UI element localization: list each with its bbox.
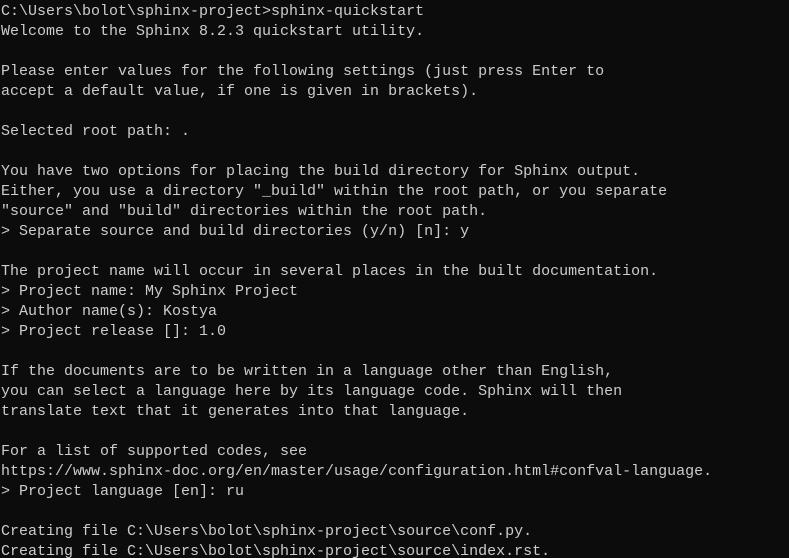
terminal-line: Welcome to the Sphinx 8.2.3 quickstart u… [1, 23, 425, 40]
terminal-line: > Project name: My Sphinx Project [1, 283, 299, 300]
terminal-line: Selected root path: . [1, 123, 191, 140]
terminal-line: The project name will occur in several p… [1, 263, 659, 280]
terminal-line: translate text that it generates into th… [1, 403, 470, 420]
terminal-line: Creating file C:\Users\bolot\sphinx-proj… [1, 543, 551, 558]
terminal-line: > Project release []: 1.0 [1, 323, 227, 340]
terminal-line: C:\Users\bolot\sphinx-project>sphinx-qui… [1, 3, 425, 20]
terminal-line: > Project language [en]: ru [1, 483, 245, 500]
terminal-line: For a list of supported codes, see [1, 443, 308, 460]
terminal-line: Please enter values for the following se… [1, 63, 605, 80]
terminal-window[interactable]: C:\Users\bolot\sphinx-project>sphinx-qui… [0, 0, 789, 558]
terminal-line: Either, you use a directory "_build" wit… [1, 183, 668, 200]
terminal-line: https://www.sphinx-doc.org/en/master/usa… [1, 463, 713, 480]
terminal-line: If the documents are to be written in a … [1, 363, 614, 380]
terminal-line: you can select a language here by its la… [1, 383, 623, 400]
terminal-line: > Author name(s): Kostya [1, 303, 218, 320]
terminal-line: "source" and "build" directories within … [1, 203, 488, 220]
terminal-line: Creating file C:\Users\bolot\sphinx-proj… [1, 523, 533, 540]
terminal-output: C:\Users\bolot\sphinx-project>sphinx-qui… [0, 0, 789, 558]
terminal-line: > Separate source and build directories … [1, 223, 470, 240]
terminal-line: You have two options for placing the bui… [1, 163, 641, 180]
terminal-line: accept a default value, if one is given … [1, 83, 479, 100]
